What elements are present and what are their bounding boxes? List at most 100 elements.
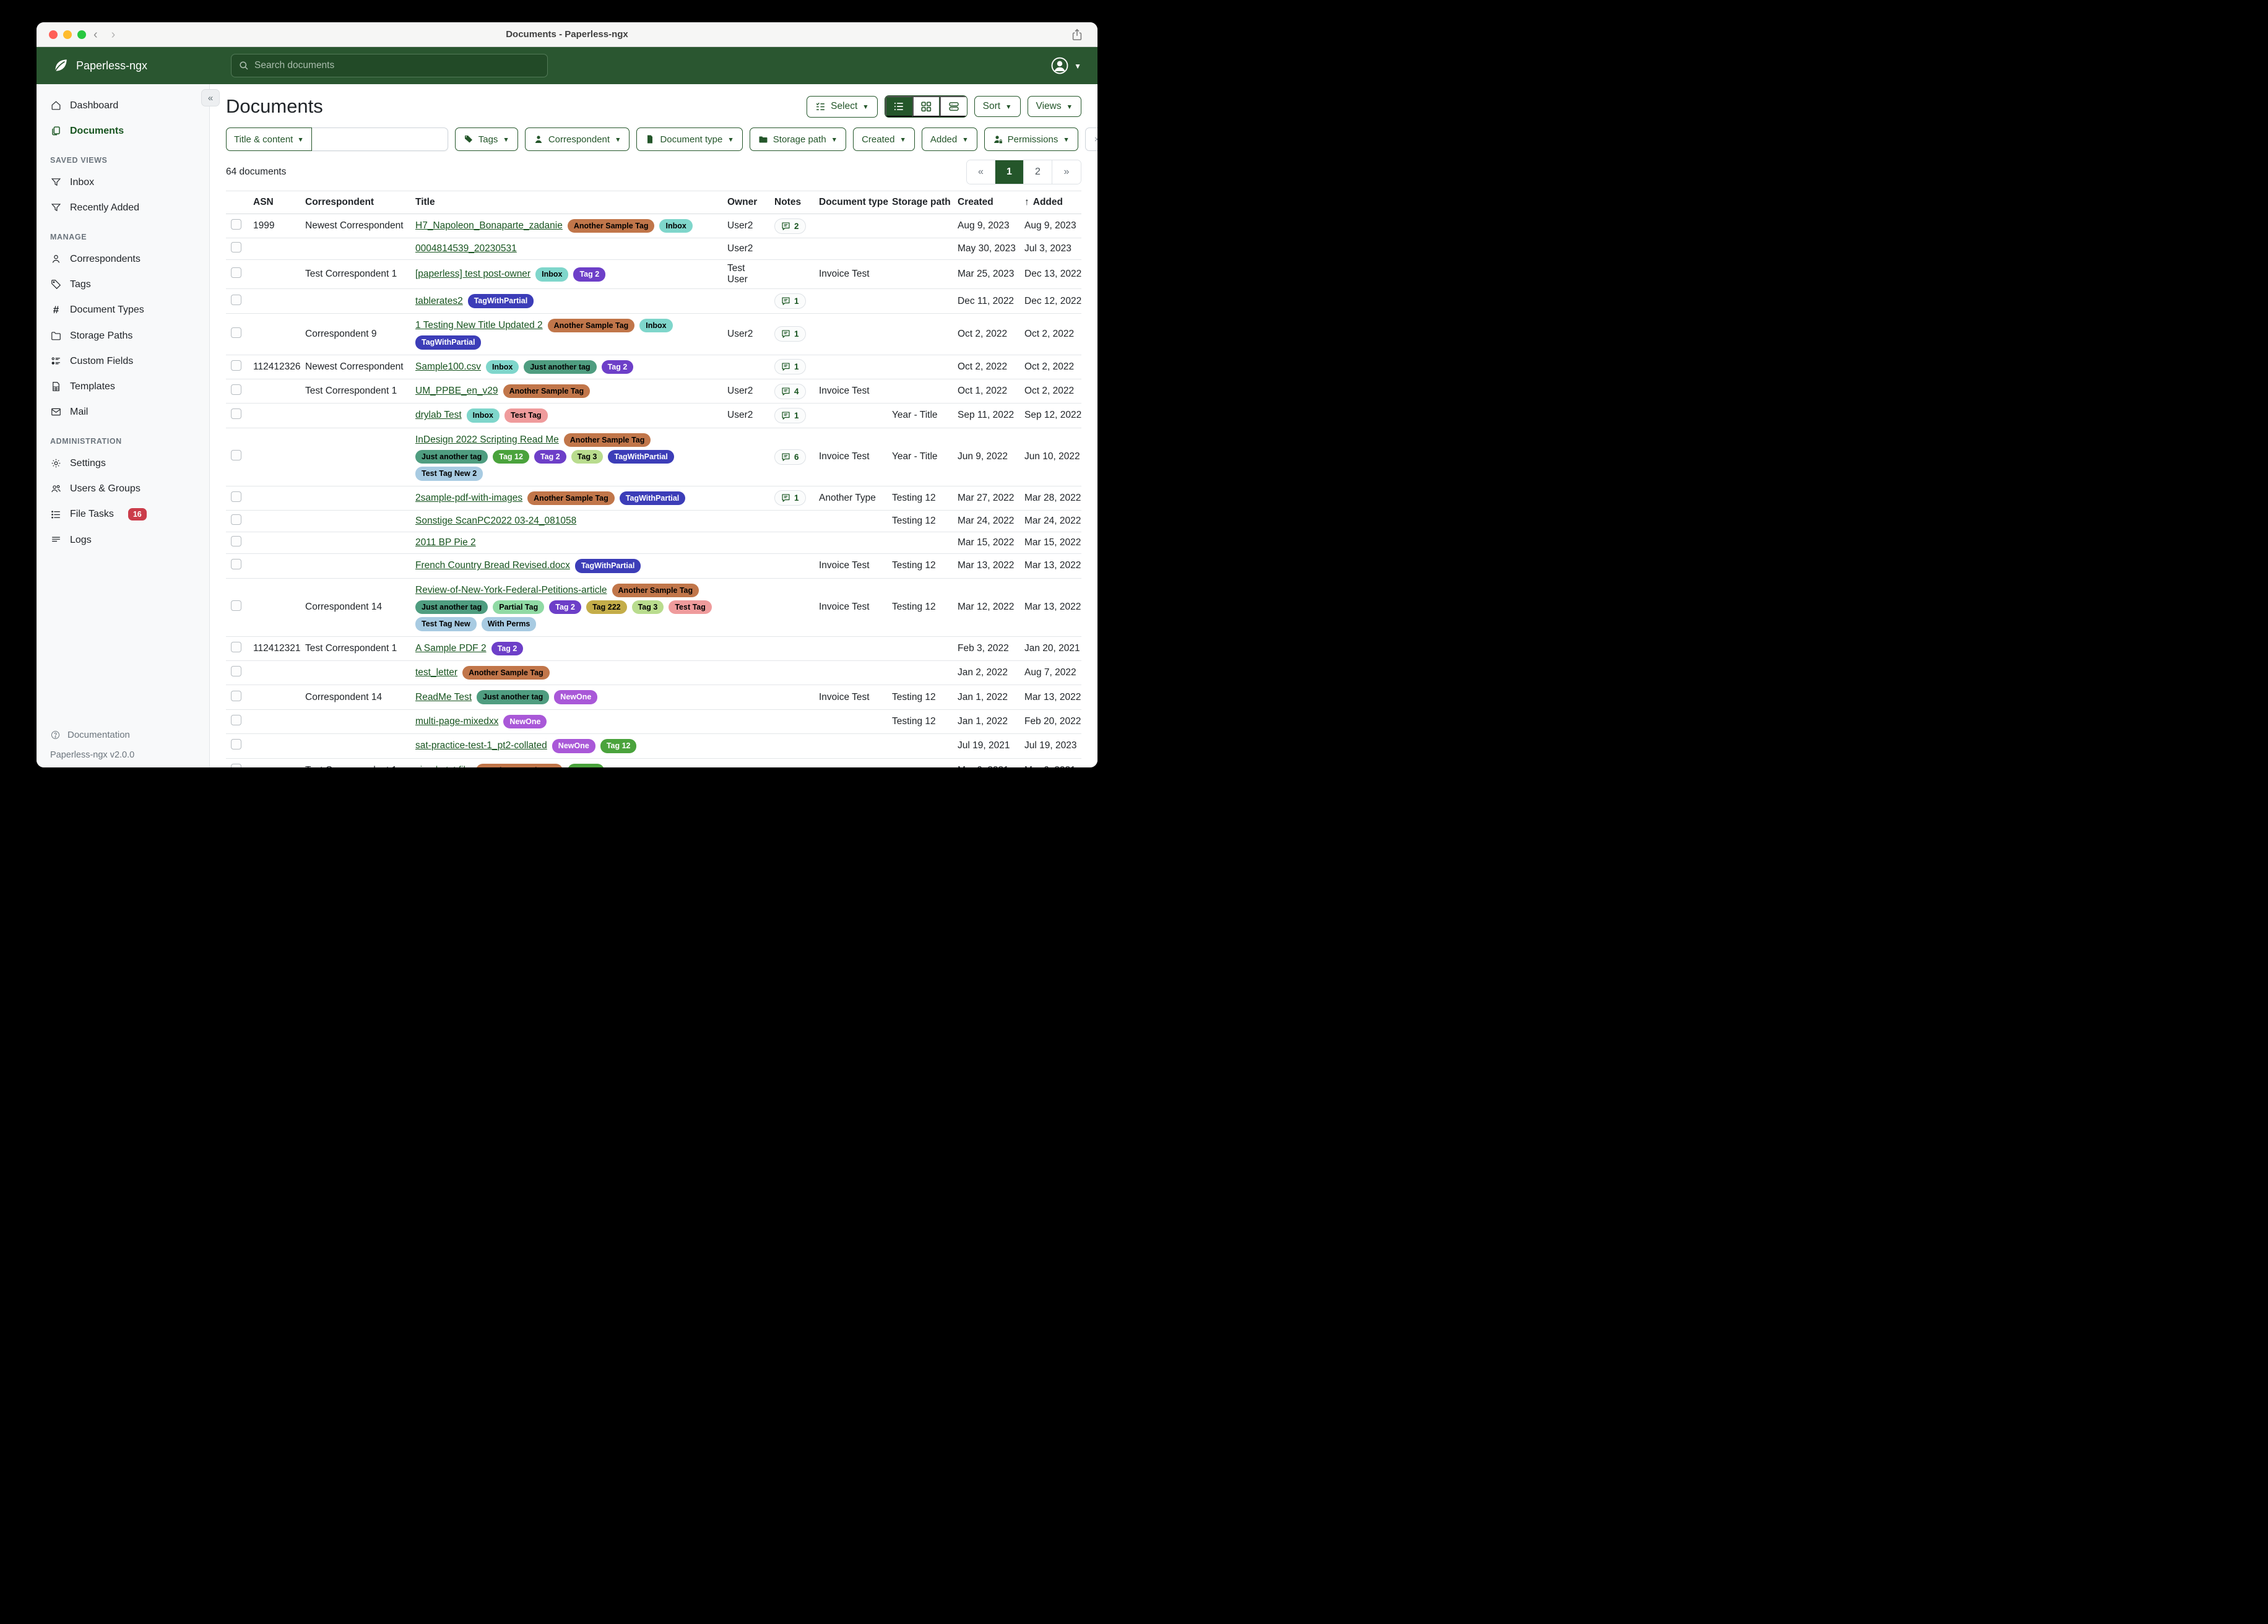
header-created[interactable]: Created	[953, 191, 1019, 214]
document-title-link[interactable]: drylab Test	[415, 410, 462, 421]
tag-chip[interactable]: TagWithPartial	[608, 450, 673, 464]
tag-chip[interactable]: NewOne	[503, 715, 547, 728]
tag-chip[interactable]: Test Tag New 2	[415, 467, 483, 480]
search-input[interactable]	[254, 60, 540, 71]
tag-chip[interactable]: Just another tag	[524, 360, 596, 374]
notes-badge[interactable]: 1	[774, 293, 806, 309]
tag-chip[interactable]: Another Sample Tag	[503, 384, 591, 398]
share-icon[interactable]	[1070, 28, 1084, 41]
document-title-link[interactable]: UM_PPBE_en_v29	[415, 386, 498, 397]
sidebar-item-documents[interactable]: Documents	[37, 118, 209, 144]
document-title-link[interactable]: 1 Testing New Title Updated 2	[415, 320, 543, 331]
document-title-link[interactable]: H7_Napoleon_Bonaparte_zadanie	[415, 220, 563, 231]
row-checkbox[interactable]	[231, 219, 241, 230]
row-checkbox[interactable]	[231, 327, 241, 338]
row-checkbox[interactable]	[231, 666, 241, 676]
header-storage-path[interactable]: Storage path	[887, 191, 953, 214]
notes-badge[interactable]: 2	[774, 218, 806, 234]
header-document-type[interactable]: Document type	[814, 191, 887, 214]
grid-view-button[interactable]	[912, 96, 940, 117]
tag-chip[interactable]: TagWithPartial	[620, 491, 685, 505]
tag-chip[interactable]: Tag 2	[534, 450, 566, 464]
pagination-page-1[interactable]: 1	[995, 160, 1024, 184]
app-logo[interactable]: Paperless-ngx	[53, 47, 147, 84]
sidebar-item-logs[interactable]: Logs	[37, 527, 209, 553]
row-checkbox[interactable]	[231, 559, 241, 569]
sidebar-item-settings[interactable]: Settings	[37, 451, 209, 476]
permissions-filter-button[interactable]: Permissions ▼	[984, 127, 1078, 151]
tag-chip[interactable]: Inbox	[639, 319, 672, 332]
row-checkbox[interactable]	[231, 536, 241, 546]
zoom-window-button[interactable]	[77, 30, 86, 39]
tag-chip[interactable]: Test Tag	[669, 600, 712, 614]
tag-chip[interactable]: Just another tag	[477, 690, 549, 704]
document-title-link[interactable]: InDesign 2022 Scripting Read Me	[415, 434, 559, 446]
row-checkbox[interactable]	[231, 764, 241, 767]
tag-chip[interactable]: TagWithPartial	[468, 294, 534, 308]
sidebar-item-correspondents[interactable]: Correspondents	[37, 246, 209, 272]
back-icon[interactable]: ‹	[93, 28, 98, 42]
tag-chip[interactable]: Another Sample Tag	[548, 319, 635, 332]
document-title-link[interactable]: sat-practice-test-1_pt2-collated	[415, 740, 547, 751]
document-title-link[interactable]: tablerates2	[415, 296, 463, 307]
tag-chip[interactable]: Inbox	[467, 408, 500, 422]
notes-badge[interactable]: 1	[774, 490, 806, 506]
close-window-button[interactable]	[49, 30, 58, 39]
tag-chip[interactable]: Just another tag	[415, 450, 488, 464]
sidebar-item-file-tasks[interactable]: File Tasks 16	[37, 501, 209, 527]
pagination-last[interactable]: »	[1052, 160, 1081, 184]
created-filter-button[interactable]: Created ▼	[853, 127, 915, 151]
tag-chip[interactable]: TagWithPartial	[415, 335, 481, 349]
sidebar-item-custom-fields[interactable]: Custom Fields	[37, 348, 209, 374]
row-checkbox[interactable]	[231, 408, 241, 419]
document-title-link[interactable]: test_letter	[415, 667, 457, 678]
document-title-link[interactable]: 2011 BP Pie 2	[415, 537, 476, 548]
tag-chip[interactable]: Tag 2	[549, 600, 581, 614]
document-title-link[interactable]: [paperless] test post-owner	[415, 269, 530, 280]
tag-chip[interactable]: Tag 2	[573, 267, 605, 281]
sidebar-item-storage-paths[interactable]: Storage Paths	[37, 323, 209, 348]
user-menu[interactable]: ▼	[1050, 56, 1081, 75]
sidebar-item-tags[interactable]: Tags	[37, 272, 209, 297]
row-checkbox[interactable]	[231, 384, 241, 395]
detail-view-button[interactable]	[940, 96, 967, 117]
documentation-link[interactable]: Documentation	[37, 724, 209, 746]
tag-chip[interactable]: Another Sample Tag	[568, 219, 655, 233]
header-owner[interactable]: Owner	[722, 191, 769, 214]
tag-chip[interactable]: NewOne	[552, 739, 595, 753]
tag-chip[interactable]: Another Sample Tag	[527, 491, 615, 505]
storage-path-filter-button[interactable]: Storage path ▼	[750, 127, 846, 151]
row-checkbox[interactable]	[231, 514, 241, 525]
tag-chip[interactable]: Just another tag	[415, 600, 488, 614]
reset-filters-button[interactable]: × Reset filters	[1085, 127, 1097, 151]
tag-chip[interactable]: Tag 3	[632, 600, 664, 614]
sidebar-item-recently-added[interactable]: Recently Added	[37, 195, 209, 220]
list-view-button[interactable]	[885, 96, 912, 117]
row-checkbox[interactable]	[231, 450, 241, 460]
tag-chip[interactable]: Test Tag New	[415, 617, 477, 631]
document-title-link[interactable]: simple txt file	[415, 765, 471, 767]
row-checkbox[interactable]	[231, 267, 241, 278]
tag-chip[interactable]: Another Sample Tag	[612, 584, 699, 597]
document-title-link[interactable]: 2sample-pdf-with-images	[415, 493, 522, 504]
row-checkbox[interactable]	[231, 242, 241, 253]
select-button[interactable]: Select ▼	[807, 96, 878, 118]
sidebar-item-users-groups[interactable]: Users & Groups	[37, 476, 209, 501]
pagination-first[interactable]: «	[967, 160, 995, 184]
sidebar-item-inbox[interactable]: Inbox	[37, 170, 209, 195]
added-filter-button[interactable]: Added ▼	[922, 127, 977, 151]
notes-badge[interactable]: 1	[774, 326, 806, 342]
tag-chip[interactable]: Tag 222	[586, 600, 627, 614]
tag-chip[interactable]: Inbox	[535, 267, 568, 281]
tag-chip[interactable]: Tag 12	[568, 764, 604, 768]
tag-chip[interactable]: Inbox	[659, 219, 692, 233]
pagination-page-2[interactable]: 2	[1024, 160, 1052, 184]
document-title-link[interactable]: multi-page-mixedxx	[415, 716, 498, 727]
header-correspondent[interactable]: Correspondent	[300, 191, 410, 214]
minimize-window-button[interactable]	[63, 30, 72, 39]
document-title-link[interactable]: Review-of-New-York-Federal-Petitions-art…	[415, 585, 607, 596]
row-checkbox[interactable]	[231, 715, 241, 725]
tags-filter-button[interactable]: Tags ▼	[455, 127, 518, 151]
sidebar-item-document-types[interactable]: # Document Types	[37, 297, 209, 323]
tag-chip[interactable]: Tag 2	[491, 642, 524, 655]
